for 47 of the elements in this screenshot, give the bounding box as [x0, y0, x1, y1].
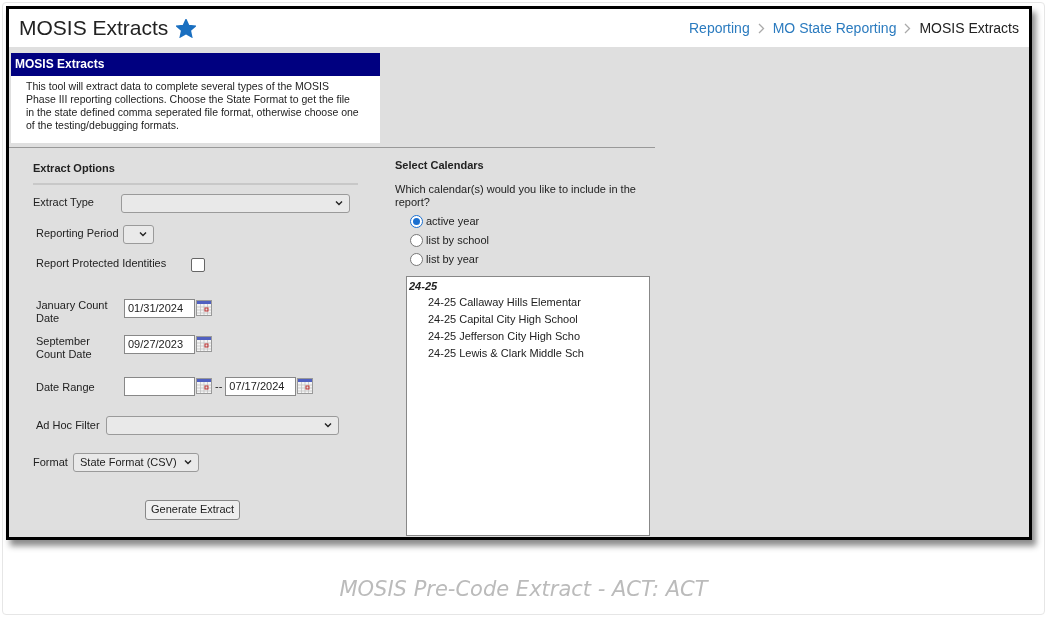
info-text: This tool will extract data to complete several types of the MOSIS Phase III reporting collections. Choose the State Format to get the file in the state defined comma seperated file format, otherwise choose one of the testing/debugging formats.: [25, 79, 360, 133]
chevron-right-icon: [757, 22, 765, 34]
radio-option[interactable]: list by school: [410, 233, 659, 248]
field-label: Report Protected Identities: [36, 255, 168, 271]
field-label: September Count Date: [36, 334, 93, 361]
chevron-right-icon: [904, 22, 912, 34]
list-item[interactable]: 24-25 Callaway Hills Elementar: [409, 294, 647, 311]
field-label: Ad Hoc Filter: [36, 417, 101, 433]
list-group-label: 24-25: [409, 278, 439, 294]
field-label: Format: [33, 454, 69, 470]
date-field[interactable]: 09/27/2023: [124, 334, 195, 354]
chevron-icon: [139, 231, 147, 237]
chevron-icon: [324, 422, 332, 428]
section-title: Extract Options: [33, 161, 116, 176]
field-label: Date Range: [36, 379, 96, 395]
radio-option[interactable]: list by year: [410, 252, 659, 267]
chevron-icon: [335, 200, 343, 206]
field-label: January Count Date: [36, 298, 109, 325]
calendar-list[interactable]: 24-25 24-25 Callaway Hills Elementar 24-25 Capital City High School 24-25 Jefferson City High Scho 24-25 Lewis & Clark Middle Sch: [406, 275, 650, 536]
checkbox[interactable]: [191, 257, 205, 272]
field-label: Reporting Period: [36, 225, 120, 241]
list-item[interactable]: 24-25 Capital City High School: [409, 311, 647, 328]
info-title: MOSIS Extracts: [11, 53, 380, 76]
dropdown-value: State Format (CSV): [80, 454, 177, 470]
date-field[interactable]: [124, 376, 195, 396]
range-separator: --: [215, 378, 223, 394]
calendar-icon[interactable]: [196, 300, 212, 316]
section-title: Select Calendars: [395, 158, 485, 173]
generate-extract-button[interactable]: Generate Extract: [145, 499, 241, 520]
question-text: Which calendar(s) would you like to include in the report?: [395, 182, 637, 209]
page-title: MOSIS Extracts: [19, 15, 169, 42]
breadcrumb-current: MOSIS Extracts: [919, 18, 1019, 38]
date-field[interactable]: 07/17/2024: [225, 376, 297, 396]
field-label: Extract Type: [33, 194, 95, 210]
breadcrumb-link[interactable]: Reporting: [689, 17, 750, 39]
list-item[interactable]: 24-25 Jefferson City High Scho: [409, 328, 647, 345]
calendar-icon[interactable]: [297, 378, 314, 394]
dropdown[interactable]: State Format (CSV): [73, 452, 199, 472]
caption: MOSIS Pre-Code Extract - ACT: ACT: [338, 576, 710, 603]
date-field[interactable]: 01/31/2024: [124, 298, 195, 318]
breadcrumb-link[interactable]: MO State Reporting: [772, 17, 897, 39]
calendar-icon[interactable]: [196, 378, 212, 394]
star-icon[interactable]: [176, 18, 197, 38]
chevron-icon: [184, 459, 192, 465]
radio-option[interactable]: active year: [410, 214, 659, 229]
list-item[interactable]: 24-25 Lewis & Clark Middle Sch: [409, 345, 647, 362]
calendar-icon[interactable]: [196, 336, 212, 352]
